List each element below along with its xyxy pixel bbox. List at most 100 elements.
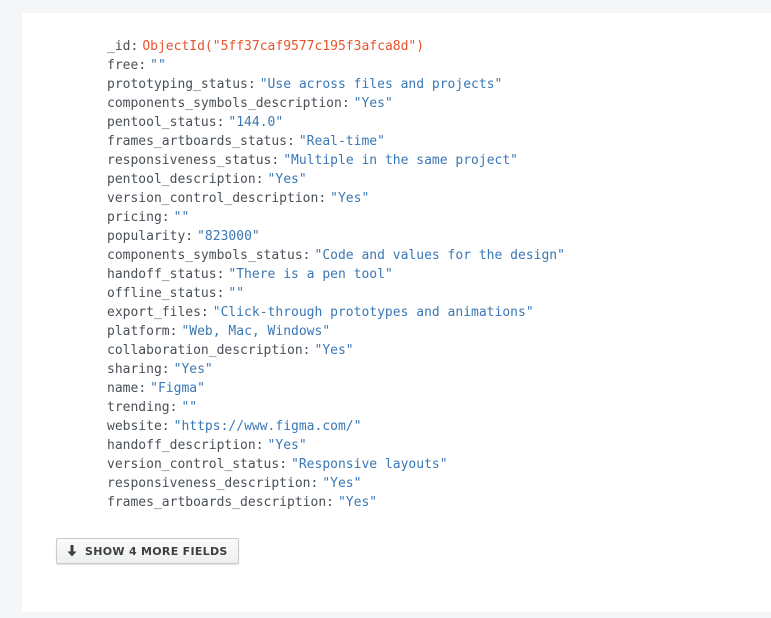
- field-value: "Yes": [353, 96, 393, 111]
- field-separator: :: [271, 153, 280, 168]
- field-value: "There is a pen tool": [228, 267, 393, 282]
- field-key: frames_artboards_description: [107, 495, 327, 510]
- field-row: version_control_status: "Responsive layou…: [107, 455, 565, 474]
- field-separator: :: [169, 400, 178, 415]
- field-row: responsiveness_description: "Yes": [107, 474, 565, 493]
- field-row: website: "https://www.figma.com/": [107, 417, 565, 436]
- field-row: responsiveness_status: "Multiple in the s…: [107, 151, 565, 170]
- field-value: "": [150, 58, 166, 73]
- field-list: _id: ObjectId("5ff37caf9577c195f3afca8d")…: [107, 37, 565, 512]
- field-row: pentool_description: "Yes": [107, 170, 565, 189]
- field-separator: :: [169, 324, 178, 339]
- field-value: "823000": [197, 229, 260, 244]
- field-separator: :: [216, 267, 225, 282]
- show-more-fields-button[interactable]: SHOW 4 MORE FIELDS: [56, 538, 239, 564]
- field-value: "Responsive layouts": [291, 457, 448, 472]
- field-value: "Real-time": [298, 134, 385, 149]
- show-more-fields-label: SHOW 4 MORE FIELDS: [85, 544, 228, 558]
- field-value: "": [228, 286, 245, 301]
- field-separator: :: [302, 343, 311, 358]
- field-separator: :: [161, 419, 170, 434]
- field-key: version_control_status: [107, 457, 280, 472]
- field-value: "Yes": [267, 438, 307, 453]
- field-key: pricing: [107, 210, 162, 225]
- field-key: components_symbols_description: [107, 96, 342, 111]
- field-value: "Web, Mac, Windows": [181, 324, 331, 339]
- field-key: offline_status: [107, 286, 217, 301]
- field-value: "Use across files and projects": [259, 77, 503, 92]
- field-separator: :: [216, 115, 225, 130]
- field-value: "Click-through prototypes and animations…: [212, 305, 534, 320]
- field-separator: :: [287, 134, 295, 149]
- field-value: "144.0": [228, 115, 284, 130]
- field-value: "Code and values for the design": [314, 248, 565, 263]
- field-row: _id: ObjectId("5ff37caf9577c195f3afca8d"): [107, 37, 565, 56]
- field-row: frames_artboards_description: "Yes": [107, 493, 565, 512]
- field-separator: :: [138, 58, 147, 73]
- field-key: free: [107, 58, 139, 73]
- field-row: pentool_status: "144.0": [107, 113, 565, 132]
- field-row: name: "Figma": [107, 379, 565, 398]
- field-value: "Yes": [337, 495, 378, 510]
- field-row: components_symbols_description: "Yes": [107, 94, 565, 113]
- field-value: "": [173, 210, 190, 225]
- document-card: _id: ObjectId("5ff37caf9577c195f3afca8d")…: [22, 13, 771, 612]
- field-key: website: [107, 419, 162, 434]
- field-separator: :: [255, 438, 264, 453]
- arrow-down-icon: [67, 545, 77, 557]
- field-separator: :: [318, 191, 327, 206]
- field-key: export_files: [107, 305, 201, 320]
- field-value: "Yes": [314, 343, 354, 358]
- field-separator: :: [161, 362, 170, 377]
- field-row: frames_artboards_status: "Real-time": [107, 132, 565, 151]
- field-row: free: "": [107, 56, 565, 75]
- field-separator: :: [279, 457, 288, 472]
- field-key: collaboration_description: [107, 343, 303, 358]
- field-separator: :: [200, 305, 209, 320]
- field-separator: :: [310, 476, 319, 491]
- field-separator: :: [138, 381, 147, 396]
- field-key: handoff_status: [107, 267, 217, 282]
- field-key: pentool_status: [107, 115, 217, 130]
- field-value: ObjectId("5ff37caf9577c195f3afca8d"): [142, 39, 425, 54]
- field-row: sharing: "Yes": [107, 360, 565, 379]
- field-row: handoff_description: "Yes": [107, 436, 565, 455]
- field-row: collaboration_description: "Yes": [107, 341, 565, 360]
- field-key: popularity: [107, 229, 186, 244]
- field-key: handoff_description: [107, 438, 256, 453]
- field-row: components_symbols_status: "Code and valu…: [107, 246, 565, 265]
- field-row: export_files: "Click-through prototypes a…: [107, 303, 565, 322]
- field-separator: :: [161, 210, 170, 225]
- field-key: prototyping_status: [107, 77, 248, 92]
- field-key: name: [107, 381, 139, 396]
- field-row: pricing: "": [107, 208, 565, 227]
- field-value: "Yes": [322, 476, 362, 491]
- field-key: responsiveness_status: [107, 153, 272, 168]
- field-key: sharing: [107, 362, 162, 377]
- field-value: "Yes": [267, 172, 307, 187]
- field-row: trending: "": [107, 398, 565, 417]
- field-key: responsiveness_description: [107, 476, 311, 491]
- field-key: platform: [107, 324, 170, 339]
- field-separator: :: [341, 96, 350, 111]
- field-separator: :: [130, 39, 139, 54]
- field-key: version_control_description: [107, 191, 319, 206]
- field-value: "Yes": [330, 191, 370, 206]
- field-separator: :: [326, 495, 334, 510]
- field-value: "Figma": [150, 381, 205, 396]
- field-row: prototyping_status: "Use across files and…: [107, 75, 565, 94]
- field-row: handoff_status: "There is a pen tool": [107, 265, 565, 284]
- field-key: pentool_description: [107, 172, 256, 187]
- field-row: version_control_description: "Yes": [107, 189, 565, 208]
- field-separator: :: [255, 172, 264, 187]
- field-separator: :: [302, 248, 311, 263]
- field-key: components_symbols_status: [107, 248, 303, 263]
- field-row: popularity: "823000": [107, 227, 565, 246]
- field-separator: :: [185, 229, 194, 244]
- field-value: "https://www.figma.com/": [173, 419, 362, 434]
- field-separator: :: [216, 286, 225, 301]
- field-key: frames_artboards_status: [107, 134, 288, 149]
- field-value: "Yes": [173, 362, 213, 377]
- field-key: _id: [107, 39, 131, 54]
- field-value: "": [181, 400, 198, 415]
